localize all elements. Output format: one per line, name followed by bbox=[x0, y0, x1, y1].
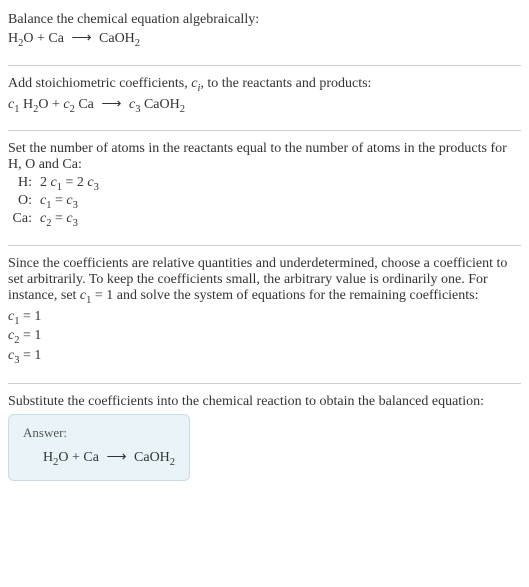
divider bbox=[8, 65, 521, 66]
divider bbox=[8, 130, 521, 131]
text: 2 bbox=[40, 175, 51, 190]
arrow-icon: ⟶ bbox=[67, 30, 95, 47]
atom-eq: c1 = c3 bbox=[40, 193, 521, 211]
arrow-icon: ⟶ bbox=[97, 96, 125, 113]
eq-sub: 2 bbox=[135, 38, 140, 49]
answer-title: Substitute the coefficients into the che… bbox=[8, 394, 521, 410]
answer-equation: H2O + Ca ⟶ CaOH2 bbox=[23, 447, 175, 470]
divider bbox=[8, 383, 521, 384]
answer-label: Answer: bbox=[23, 425, 175, 441]
text: = 1 bbox=[19, 309, 41, 324]
arrow-icon: ⟶ bbox=[102, 449, 130, 466]
atom-label: H: bbox=[8, 175, 32, 193]
text: H bbox=[19, 97, 33, 112]
section-atoms: Set the number of atoms in the reactants… bbox=[8, 137, 521, 238]
atom-label: O: bbox=[8, 193, 32, 211]
atom-label: Ca: bbox=[8, 211, 32, 229]
eq-sub: 2 bbox=[180, 103, 185, 114]
eq-sub: 2 bbox=[170, 457, 175, 468]
eq-text: H bbox=[43, 450, 53, 465]
coeff-list: c1 = 1 c2 = 1 c3 = 1 bbox=[8, 306, 521, 369]
coeff-sub: 3 bbox=[73, 200, 78, 211]
problem-equation: H2O + Ca ⟶ CaOH2 bbox=[8, 28, 521, 51]
eq-text: CaOH bbox=[96, 31, 135, 46]
coeff-sub: 3 bbox=[73, 218, 78, 229]
text: Add stoichiometric coefficients, bbox=[8, 76, 191, 91]
text: = 1 bbox=[19, 348, 41, 363]
text: O + bbox=[38, 97, 63, 112]
solve-text: Since the coefficients are relative quan… bbox=[8, 256, 521, 306]
divider bbox=[8, 245, 521, 246]
coeff-row: c1 = 1 bbox=[8, 308, 521, 328]
section-stoichiometric: Add stoichiometric coefficients, ci, to … bbox=[8, 72, 521, 125]
eq-text: O + Ca bbox=[58, 450, 102, 465]
stoich-title: Add stoichiometric coefficients, ci, to … bbox=[8, 76, 521, 94]
section-problem: Balance the chemical equation algebraica… bbox=[8, 8, 521, 59]
eq-text: CaOH bbox=[131, 450, 170, 465]
atoms-title: Set the number of atoms in the reactants… bbox=[8, 141, 521, 173]
problem-title: Balance the chemical equation algebraica… bbox=[8, 12, 521, 28]
coeff-sub: 3 bbox=[94, 182, 99, 193]
stoich-equation: c1 H2O + c2 Ca ⟶ c3 CaOH2 bbox=[8, 94, 521, 117]
section-solve: Since the coefficients are relative quan… bbox=[8, 252, 521, 377]
eq-text: H bbox=[8, 31, 18, 46]
eq-text: O + Ca bbox=[23, 31, 67, 46]
text: = bbox=[51, 211, 66, 226]
text: = 1 bbox=[19, 328, 41, 343]
coeff: c bbox=[125, 97, 135, 112]
text: = bbox=[51, 193, 66, 208]
text: = 1 and solve the system of equations fo… bbox=[91, 288, 478, 303]
atom-eq: 2 c1 = 2 c3 bbox=[40, 175, 521, 193]
coeff-row: c2 = 1 bbox=[8, 327, 521, 347]
text: , to the reactants and products: bbox=[200, 76, 371, 91]
answer-box: Answer: H2O + Ca ⟶ CaOH2 bbox=[8, 414, 190, 481]
atom-table: H: 2 c1 = 2 c3 O: c1 = c3 Ca: c2 = c3 bbox=[8, 173, 521, 230]
section-answer: Substitute the coefficients into the che… bbox=[8, 390, 521, 489]
atom-eq: c2 = c3 bbox=[40, 211, 521, 229]
coeff-row: c3 = 1 bbox=[8, 347, 521, 367]
text: Ca bbox=[75, 97, 98, 112]
text: = 2 bbox=[62, 175, 87, 190]
text: CaOH bbox=[140, 97, 179, 112]
